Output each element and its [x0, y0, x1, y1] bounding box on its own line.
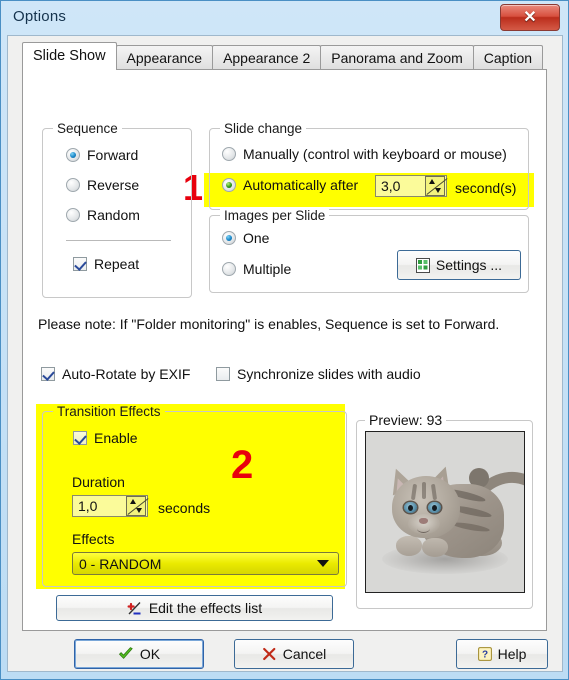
checkmark-icon [118, 647, 133, 659]
cancel-button[interactable]: Cancel [234, 639, 354, 669]
radio-reverse[interactable]: Reverse [66, 177, 139, 193]
tab-caption[interactable]: Caption [472, 45, 544, 70]
ok-button-label: OK [139, 646, 161, 662]
cancel-button-label: Cancel [282, 646, 327, 662]
images-per-slide-group-legend: Images per Slide [220, 208, 330, 223]
duration-spinner[interactable]: 1,0 [72, 495, 148, 517]
help-button-label: Help [497, 646, 527, 662]
images-per-slide-group: Images per Slide One Multiple Settings .… [209, 208, 529, 293]
svg-text:?: ? [482, 649, 488, 660]
effects-dropdown-value: 0 - RANDOM [79, 555, 162, 572]
preview-legend: Preview: 93 [365, 412, 447, 428]
radio-manually[interactable]: Manually (control with keyboard or mouse… [222, 146, 507, 162]
radio-reverse-label: Reverse [87, 177, 140, 193]
sequence-group: Sequence Forward Reverse Random Repeat [42, 121, 192, 298]
transition-effects-group-legend: Transition Effects [53, 404, 165, 419]
tab-appearance-2[interactable]: Appearance 2 [212, 45, 322, 70]
radio-automatically-after-label: Automatically after [243, 177, 359, 193]
radio-forward-indicator [66, 148, 80, 162]
radio-multiple-indicator [222, 262, 236, 276]
sequence-divider [66, 240, 171, 241]
checkbox-repeat[interactable]: Repeat [73, 256, 139, 272]
radio-multiple[interactable]: Multiple [222, 261, 291, 277]
radio-reverse-indicator [66, 178, 80, 192]
spinner-up-icon[interactable] [429, 179, 435, 184]
kitten-front-paw-right [422, 538, 448, 557]
preview-group: Preview: 93 [356, 412, 533, 609]
effects-label: Effects [72, 531, 115, 547]
kitten-pupil-right [432, 505, 437, 511]
duration-spinner-buttons[interactable] [126, 496, 146, 516]
spreadsheet-icon [415, 257, 430, 273]
slide-show-tab-panel: 1 Sequence Forward Reverse Random Repeat… [22, 69, 547, 631]
transition-effects-group: Transition Effects Enable Duration 1,0 s… [42, 404, 347, 587]
interval-unit-label: second(s) [455, 180, 517, 196]
checkbox-repeat-label: Repeat [94, 256, 140, 272]
interval-spinner-buttons[interactable] [425, 176, 445, 196]
checkbox-enable-transitions[interactable]: Enable [73, 430, 138, 446]
ok-button[interactable]: OK [74, 639, 204, 669]
checkbox-auto-rotate-exif-indicator [41, 367, 55, 381]
duration-unit-label: seconds [158, 500, 211, 516]
checkbox-sync-slides-audio-label: Synchronize slides with audio [237, 366, 421, 382]
checkbox-enable-transitions-indicator [73, 431, 87, 445]
checkbox-auto-rotate-exif[interactable]: Auto-Rotate by EXIF [41, 366, 190, 382]
effects-dropdown[interactable]: 0 - RANDOM [72, 552, 339, 575]
radio-automatically-after[interactable]: Automatically after [222, 177, 358, 193]
checkbox-repeat-indicator [73, 257, 87, 271]
interval-spinner[interactable]: 3,0 [375, 175, 447, 197]
radio-forward[interactable]: Forward [66, 147, 138, 163]
preview-image [365, 431, 525, 593]
slide-change-group: Slide change Manually (control with keyb… [209, 121, 529, 210]
radio-one[interactable]: One [222, 230, 269, 246]
title-bar: Options ✕ [1, 1, 568, 35]
duration-spinner-up-icon[interactable] [130, 499, 136, 504]
duration-label: Duration [72, 474, 125, 490]
tab-panorama-and-zoom[interactable]: Panorama and Zoom [320, 45, 474, 70]
chevron-down-icon [317, 560, 329, 567]
folder-monitoring-note: Please note: If "Folder monitoring" is e… [38, 316, 500, 332]
sequence-group-legend: Sequence [53, 121, 122, 136]
help-button[interactable]: ? Help [456, 639, 548, 669]
duration-value[interactable]: 1,0 [73, 498, 126, 514]
dialog-button-bar: OK Cancel ? Help [8, 632, 564, 673]
kitten-mouth [417, 524, 430, 533]
edit-effects-list-button[interactable]: Edit the effects list [56, 595, 333, 621]
checkbox-enable-transitions-label: Enable [94, 430, 138, 446]
kitten-pupil-left [408, 505, 413, 511]
close-button[interactable]: ✕ [500, 4, 560, 31]
kitten-front-paw-left [396, 536, 422, 556]
tab-appearance[interactable]: Appearance [115, 45, 214, 70]
interval-value[interactable]: 3,0 [376, 178, 425, 194]
kitten-forehead-stripe [422, 482, 426, 499]
checkbox-sync-slides-audio[interactable]: Synchronize slides with audio [216, 366, 421, 382]
tab-slide-show[interactable]: Slide Show [22, 42, 117, 70]
radio-manually-indicator [222, 147, 236, 161]
x-mark-icon [262, 647, 276, 661]
spinner-down-icon[interactable] [435, 188, 441, 193]
radio-forward-label: Forward [87, 147, 139, 163]
help-icon: ? [477, 647, 492, 661]
checkbox-auto-rotate-exif-label: Auto-Rotate by EXIF [62, 366, 191, 382]
radio-automatically-after-indicator [222, 178, 236, 192]
edit-effects-list-label: Edit the effects list [148, 600, 263, 616]
tab-strip: Slide Show Appearance Appearance 2 Panor… [22, 42, 544, 70]
duration-spinner-down-icon[interactable] [136, 508, 142, 513]
close-icon: ✕ [523, 9, 537, 26]
radio-one-indicator [222, 231, 236, 245]
settings-button-label: Settings ... [435, 257, 503, 273]
radio-random[interactable]: Random [66, 207, 140, 223]
checkbox-sync-slides-audio-indicator [216, 367, 230, 381]
slide-change-group-legend: Slide change [220, 121, 307, 136]
edit-list-icon [127, 602, 141, 615]
window-title: Options [13, 8, 67, 25]
radio-one-label: One [243, 230, 270, 246]
dialog-client-area: Slide Show Appearance Appearance 2 Panor… [7, 35, 563, 672]
settings-button[interactable]: Settings ... [397, 250, 521, 280]
radio-random-label: Random [87, 207, 140, 223]
radio-random-indicator [66, 208, 80, 222]
options-dialog-window: Options ✕ Slide Show Appearance Appearan… [0, 0, 569, 680]
radio-manually-label: Manually (control with keyboard or mouse… [243, 146, 507, 162]
radio-multiple-label: Multiple [243, 261, 292, 277]
